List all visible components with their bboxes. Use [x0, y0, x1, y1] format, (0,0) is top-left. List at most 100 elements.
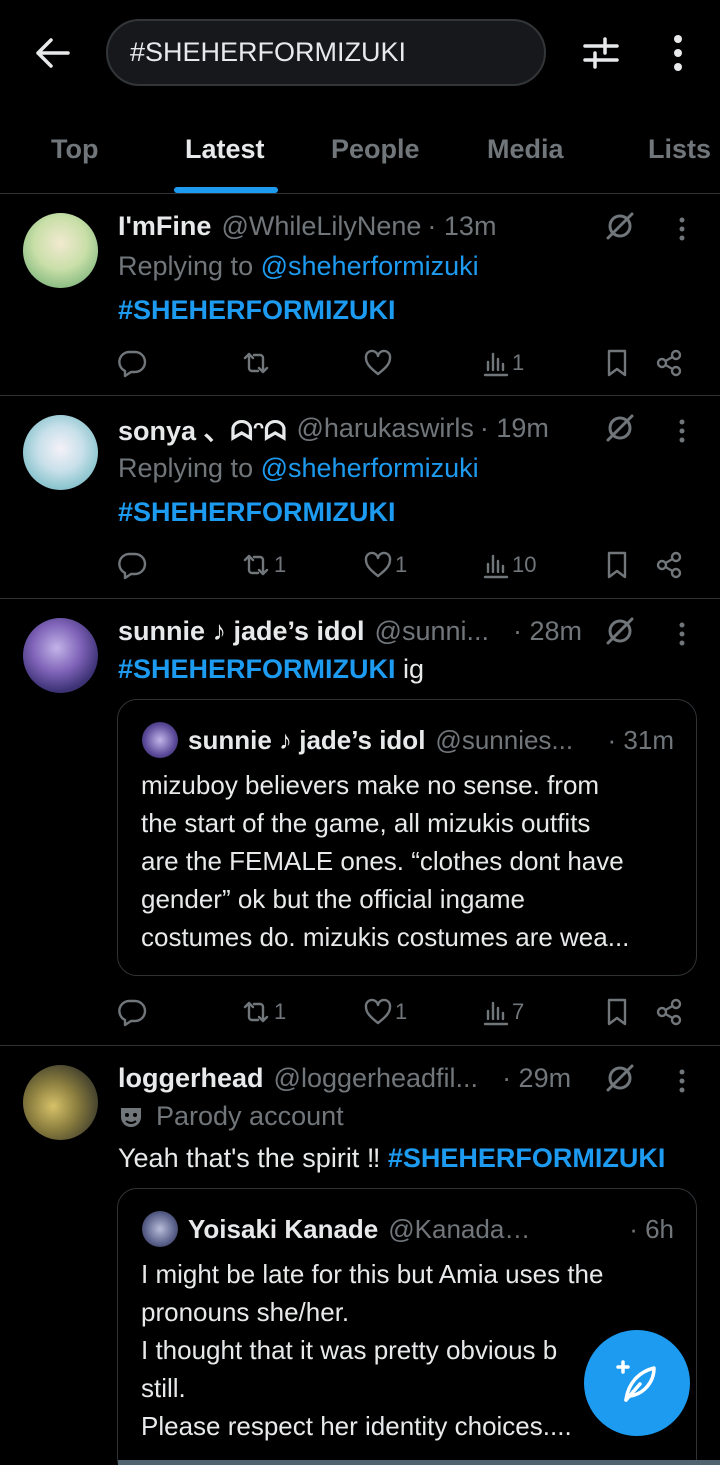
bookmark-button[interactable]	[604, 545, 630, 585]
bookmark-button[interactable]	[604, 992, 630, 1032]
views-button[interactable]: 10	[482, 545, 536, 585]
share-icon	[656, 998, 682, 1026]
tweet[interactable]: sonya 、ᗣᵔᗣ @harukaswirls · 19m Replying …	[0, 397, 720, 599]
active-tab-indicator	[174, 187, 278, 193]
repost-count: 1	[274, 552, 287, 577]
avatar[interactable]	[23, 1065, 98, 1140]
more-vertical-icon[interactable]	[668, 411, 696, 451]
timestamp: · 6h	[629, 1213, 674, 1244]
search-query: #SHEHERFORMIZUKI	[130, 37, 407, 67]
tweet-header: I'mFine @WhileLilyNene · 13m	[118, 209, 610, 243]
replying-to-handle[interactable]: @sheherformizuki	[261, 453, 479, 483]
like-count: 1	[395, 999, 408, 1024]
tweet-actions: 1	[0, 343, 720, 383]
user-handle[interactable]: @harukaswirls	[296, 413, 473, 444]
tab-media[interactable]: Media	[487, 134, 564, 165]
tweet-body: Yeah that's the spirit ‼	[118, 1143, 388, 1173]
like-button[interactable]: 1	[363, 545, 407, 585]
display-name[interactable]: I'mFine	[118, 211, 211, 242]
replying-to: Replying to @sheherformizuki	[118, 251, 479, 282]
tweet-header: sonya 、ᗣᵔᗣ @harukaswirls · 19m	[118, 409, 610, 448]
replying-prefix: Replying to	[118, 453, 254, 483]
timestamp: · 19m	[479, 412, 549, 443]
like-icon	[364, 551, 392, 578]
quote-line: gender” ok but the official ingame	[141, 884, 525, 914]
grok-icon[interactable]	[600, 408, 640, 448]
share-button[interactable]	[654, 343, 684, 383]
reply-button[interactable]	[117, 992, 149, 1032]
display-name: Yoisaki Kanade	[188, 1213, 379, 1244]
reply-button[interactable]	[117, 545, 149, 585]
tab-latest[interactable]: Latest	[185, 134, 265, 165]
tweet[interactable]: I'mFine @WhileLilyNene · 13m Replying to…	[0, 195, 720, 396]
like-button[interactable]	[363, 343, 395, 383]
hashtag-link[interactable]: #SHEHERFORMIZUKI	[118, 295, 396, 325]
share-icon	[656, 349, 682, 377]
tweet-text: Yeah that's the spirit ‼ #SHEHERFORMIZUK…	[118, 1143, 665, 1174]
display-name[interactable]: loggerhead	[118, 1063, 264, 1094]
parody-mask-icon	[121, 1107, 141, 1127]
like-icon	[364, 998, 392, 1025]
like-icon	[364, 349, 392, 376]
user-handle[interactable]: @sunni...	[375, 616, 489, 647]
reply-icon	[118, 350, 147, 378]
more-vertical-icon[interactable]	[660, 30, 696, 76]
tweet-text: #SHEHERFORMIZUKI	[118, 295, 396, 326]
tweet-actions: 1 1 7	[0, 992, 720, 1032]
more-vertical-icon[interactable]	[668, 614, 696, 654]
like-count: 1	[395, 552, 408, 577]
timestamp: · 31m	[607, 724, 674, 755]
timestamp: · 28m	[513, 615, 583, 646]
bookmark-icon	[607, 551, 627, 579]
tab-lists[interactable]: Lists	[648, 134, 711, 165]
hashtag-link[interactable]: #SHEHERFORMIZUKI	[388, 1143, 666, 1173]
search-tabs: Top Latest People Media Lists	[0, 112, 720, 194]
display-name[interactable]: sunnie ♪ jade’s idol	[118, 616, 365, 647]
tweet-header: sunnie ♪ jade’s idol @sunni... · 28m	[118, 614, 590, 648]
tab-top[interactable]: Top	[51, 134, 98, 165]
more-vertical-icon[interactable]	[668, 1061, 696, 1101]
repost-button[interactable]: 1	[240, 545, 286, 585]
quoted-tweet[interactable]: sunnie ♪ jade’s idol @sunnies... · 31m m…	[117, 699, 697, 976]
hashtag-link[interactable]: #SHEHERFORMIZUKI	[118, 654, 396, 684]
reply-button[interactable]	[117, 343, 149, 383]
user-handle[interactable]: @loggerheadfil...	[274, 1063, 479, 1094]
display-name[interactable]: sonya 、ᗣᵔᗣ	[118, 409, 286, 448]
bookmark-icon	[607, 998, 627, 1026]
quote-line: I might be late for this but Amia uses t…	[141, 1259, 604, 1289]
quote-line: pronouns she/her.	[141, 1297, 350, 1327]
display-name: sunnie ♪ jade’s idol	[188, 724, 426, 755]
share-button[interactable]	[654, 992, 684, 1032]
views-button[interactable]: 7	[482, 992, 524, 1032]
avatar[interactable]	[23, 415, 98, 490]
search-input[interactable]: #SHEHERFORMIZUKI	[106, 19, 546, 86]
user-handle[interactable]: @WhileLilyNene	[221, 211, 421, 242]
avatar[interactable]	[23, 618, 98, 693]
tweet-text: #SHEHERFORMIZUKI	[118, 497, 396, 528]
parody-label: Parody account	[156, 1101, 344, 1131]
filter-sliders-icon[interactable]	[578, 30, 624, 76]
repost-button[interactable]	[240, 343, 274, 383]
reply-icon	[118, 999, 147, 1027]
replying-prefix: Replying to	[118, 251, 254, 281]
share-button[interactable]	[654, 545, 684, 585]
bookmark-button[interactable]	[604, 343, 630, 383]
back-arrow-icon[interactable]	[30, 30, 76, 76]
repost-button[interactable]: 1	[240, 992, 286, 1032]
replying-to: Replying to @sheherformizuki	[118, 453, 479, 484]
views-count: 7	[512, 999, 525, 1024]
tweet[interactable]: sunnie ♪ jade’s idol @sunni... · 28m #SH…	[0, 600, 720, 1046]
more-vertical-icon[interactable]	[668, 209, 696, 249]
compose-button[interactable]	[584, 1330, 690, 1436]
like-button[interactable]: 1	[363, 992, 407, 1032]
avatar[interactable]	[23, 213, 98, 288]
hashtag-link[interactable]: #SHEHERFORMIZUKI	[118, 497, 396, 527]
tab-people[interactable]: People	[331, 134, 420, 165]
quote-header: Yoisaki Kanade @Kanadacom... · 6h	[142, 1209, 674, 1249]
views-button[interactable]: 1	[482, 343, 524, 383]
replying-to-handle[interactable]: @sheherformizuki	[261, 251, 479, 281]
quote-header: sunnie ♪ jade’s idol @sunnies... · 31m	[142, 720, 674, 760]
grok-icon[interactable]	[600, 1058, 640, 1098]
grok-icon[interactable]	[600, 206, 640, 246]
grok-icon[interactable]	[600, 611, 640, 651]
